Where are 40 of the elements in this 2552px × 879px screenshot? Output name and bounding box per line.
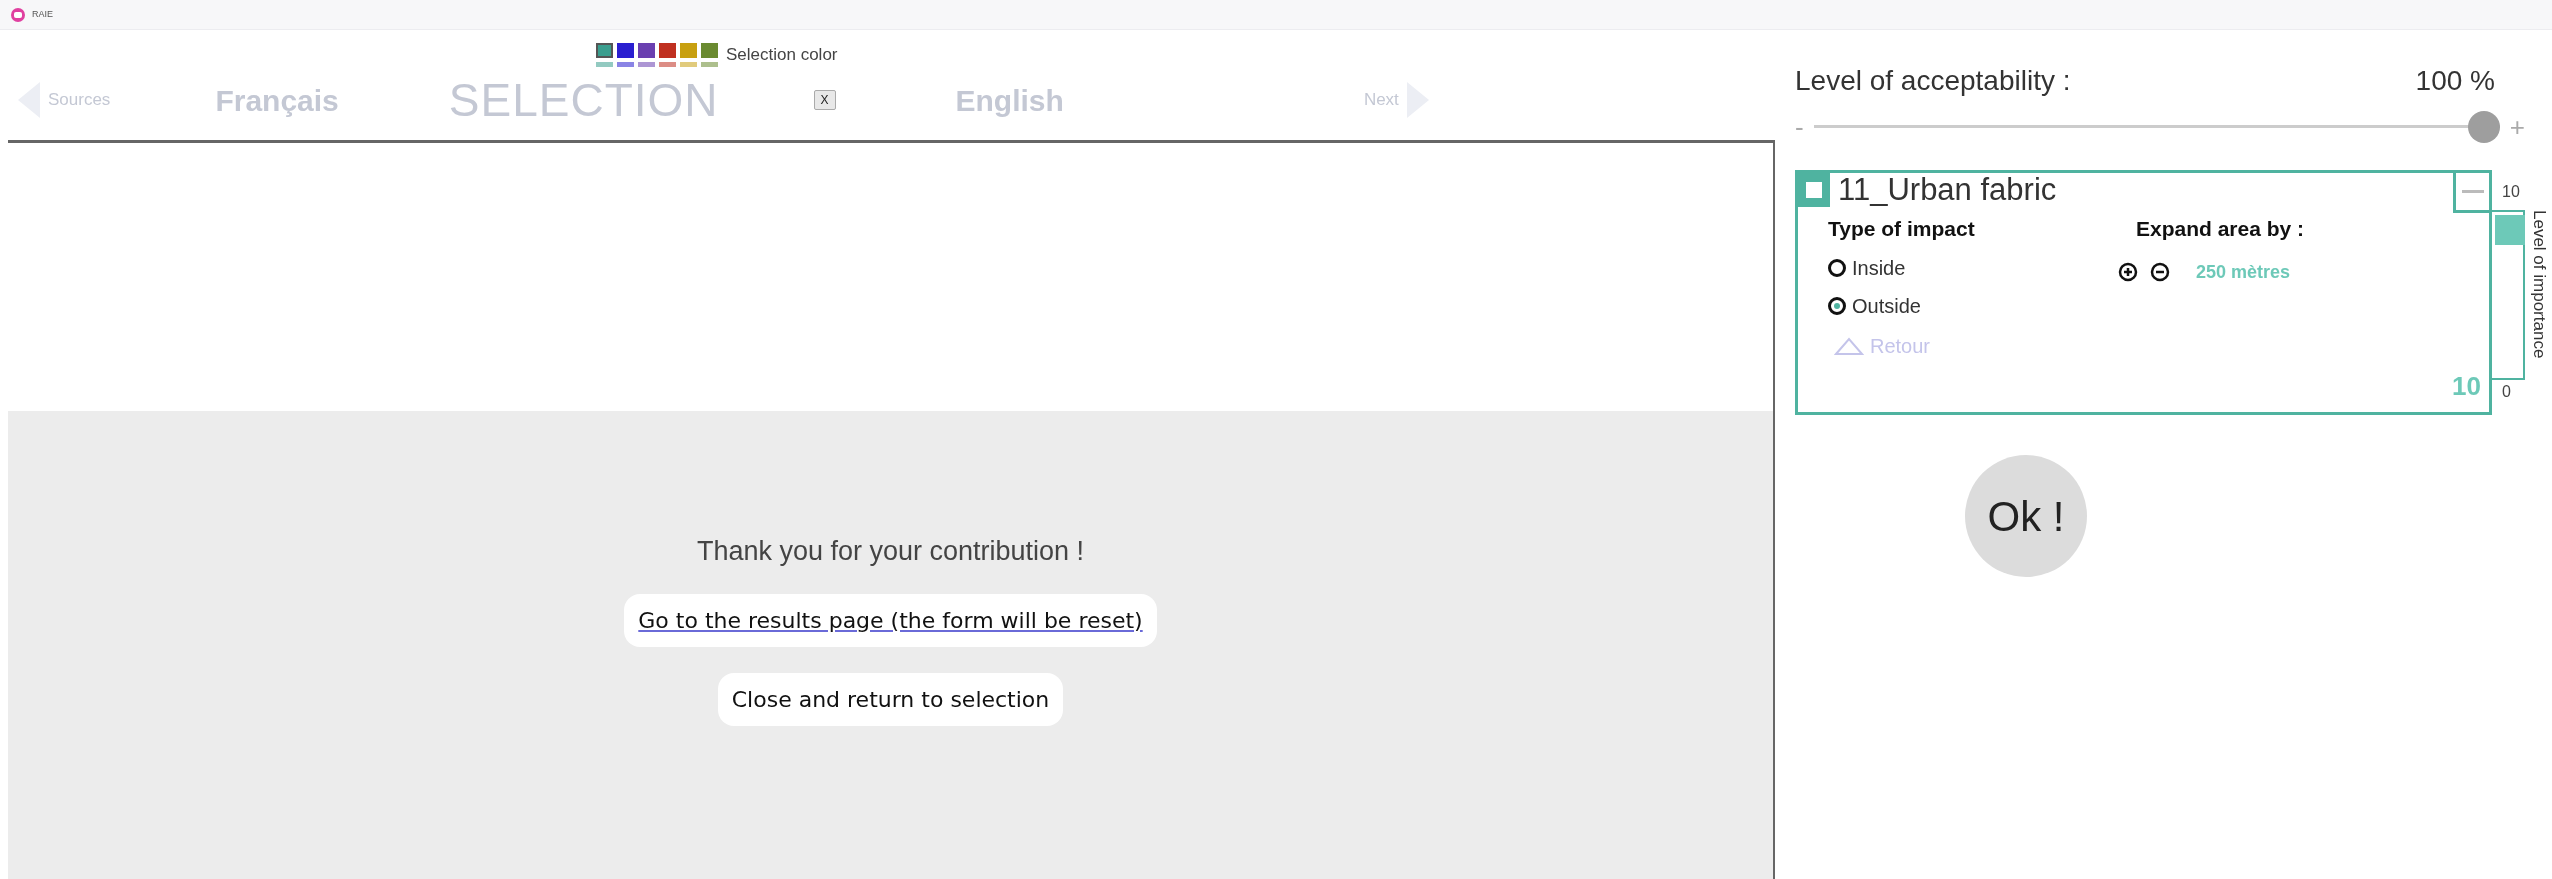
close-return-button[interactable]: Close and return to selection [717, 672, 1064, 726]
source-language: Français [215, 82, 339, 119]
color-swatch[interactable] [701, 43, 718, 67]
selection-color-label: Selection color [726, 44, 838, 67]
plus-icon[interactable] [2118, 262, 2138, 282]
minus-icon[interactable] [2150, 262, 2170, 282]
color-swatch[interactable] [659, 43, 676, 67]
slider-thumb[interactable] [2467, 111, 2500, 143]
color-swatch[interactable] [638, 43, 655, 67]
increase-sign[interactable]: + [2509, 107, 2525, 147]
layer-title: 11_Urban fabric [1838, 173, 2057, 207]
scale-max-label: 10 [2501, 182, 2521, 202]
acceptability-reading: 100 % [2415, 64, 2495, 98]
app-icon [10, 6, 26, 23]
target-language: English [955, 82, 1064, 119]
app-title: RAIE [32, 7, 53, 21]
radio-label: Outside [1852, 293, 1921, 319]
previous-link[interactable]: Sources [48, 87, 111, 113]
ok-button[interactable]: Ok ! [1965, 455, 2087, 577]
close-button[interactable]: X [813, 90, 836, 110]
results-link-button[interactable]: Go to the results page (the form will be reset) [624, 593, 1157, 647]
next-link[interactable]: Next [1363, 87, 1399, 113]
decrease-sign[interactable]: - [1795, 107, 1804, 147]
radio-button[interactable] [1828, 296, 1846, 315]
page-title: SELECTION [448, 72, 719, 128]
impact-heading: Type of impact [1828, 216, 1976, 242]
acceptability-label: Level of acceptability : [1795, 64, 2071, 98]
expand-heading: Expand area by : [2136, 216, 2305, 242]
scale-min-label: 0 [2501, 382, 2512, 402]
importance-thumb[interactable] [2495, 215, 2525, 245]
radio-label: Inside [1852, 255, 1906, 281]
layer-color-square-icon [1798, 173, 1830, 207]
color-swatch[interactable] [680, 43, 697, 67]
color-swatch[interactable] [596, 43, 613, 67]
color-swatch[interactable] [617, 43, 634, 67]
thank-you-message: Thank you for your contribution ! [696, 535, 1085, 568]
importance-value: 10 [2452, 370, 2481, 403]
importance-label: Level of importance [2529, 210, 2550, 361]
expand-value: 250 mètres [2196, 260, 2291, 284]
radio-button[interactable] [1828, 258, 1846, 277]
